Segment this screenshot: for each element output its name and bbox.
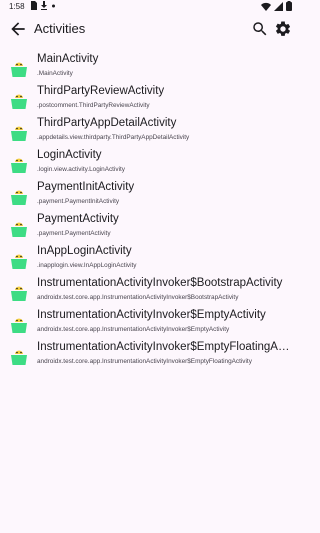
app-bar: Activities (0, 14, 300, 44)
activity-package: .MainActivity (37, 70, 73, 77)
list-item[interactable]: InAppLoginActivity .inapplogin.view.InAp… (0, 241, 300, 273)
android-app-icon (11, 254, 27, 269)
android-app-icon (11, 158, 27, 173)
android-app-icon (11, 286, 27, 301)
search-button[interactable] (251, 20, 269, 38)
android-app-icon (11, 222, 27, 237)
activity-name: ThirdPartyAppDetailActivity (37, 117, 177, 129)
signal-icon (274, 1, 283, 11)
android-app-icon (11, 318, 27, 333)
activity-name: MainActivity (37, 53, 99, 65)
status-left-icons (30, 1, 56, 10)
list-item[interactable]: LoginActivity .login.view.activity.Login… (0, 145, 300, 177)
activity-package: .payment.PaymentActivity (37, 230, 111, 237)
list-item[interactable]: InstrumentationActivityInvoker$EmptyActi… (0, 305, 300, 337)
arrow-back-icon (11, 22, 25, 36)
gear-icon (276, 21, 291, 36)
status-right-icons (261, 1, 292, 11)
activity-name: InstrumentationActivityInvoker$EmptyFloa… (37, 341, 292, 353)
back-button[interactable] (8, 19, 28, 39)
activity-package: .postcomment.ThirdPartyReviewActivity (37, 102, 150, 109)
list-item[interactable]: MainActivity .MainActivity (0, 49, 300, 81)
status-bar: 1:58 (0, 0, 300, 14)
list-item[interactable]: ThirdPartyAppDetailActivity .appdetails.… (0, 113, 300, 145)
activity-name: ThirdPartyReviewActivity (37, 85, 165, 97)
activity-list: MainActivity .MainActivity ThirdPartyRev… (0, 49, 300, 369)
android-app-icon (11, 126, 27, 141)
download-icon (41, 1, 47, 10)
activity-name: InstrumentationActivityInvoker$Bootstrap… (37, 277, 283, 289)
list-item[interactable]: PaymentActivity .payment.PaymentActivity (0, 209, 300, 241)
activity-package: androidx.test.core.app.InstrumentationAc… (37, 326, 230, 333)
status-time: 1:58 (9, 2, 25, 11)
page-title: Activities (34, 21, 86, 36)
android-app-icon (11, 350, 27, 365)
wifi-icon (261, 2, 271, 11)
android-app-icon (11, 190, 27, 205)
settings-button[interactable] (274, 20, 292, 38)
activity-package: androidx.test.core.app.InstrumentationAc… (37, 294, 239, 301)
activity-package: .payment.PaymentInitActivity (37, 198, 120, 205)
android-app-icon (11, 62, 27, 77)
activity-name: PaymentInitActivity (37, 181, 135, 193)
activity-package: .login.view.activity.LoginActivity (37, 166, 125, 173)
activity-name: PaymentActivity (37, 213, 119, 225)
sim-card-icon (31, 1, 37, 10)
activity-package: androidx.test.core.app.InstrumentationAc… (37, 358, 252, 365)
list-item[interactable]: ThirdPartyReviewActivity .postcomment.Th… (0, 81, 300, 113)
search-icon (253, 22, 267, 36)
activity-name: InstrumentationActivityInvoker$EmptyActi… (37, 309, 266, 321)
battery-icon (286, 1, 292, 11)
activity-name: InAppLoginActivity (37, 245, 132, 257)
list-item[interactable]: InstrumentationActivityInvoker$Bootstrap… (0, 273, 300, 305)
list-item[interactable]: PaymentInitActivity .payment.PaymentInit… (0, 177, 300, 209)
list-item[interactable]: InstrumentationActivityInvoker$EmptyFloa… (0, 337, 300, 369)
activity-package: .inapplogin.view.InAppLoginActivity (37, 262, 137, 269)
activity-name: LoginActivity (37, 149, 102, 161)
android-app-icon (11, 94, 27, 109)
dot-icon (52, 4, 55, 8)
activity-package: .appdetails.view.thirdparty.ThirdPartyAp… (37, 134, 190, 141)
